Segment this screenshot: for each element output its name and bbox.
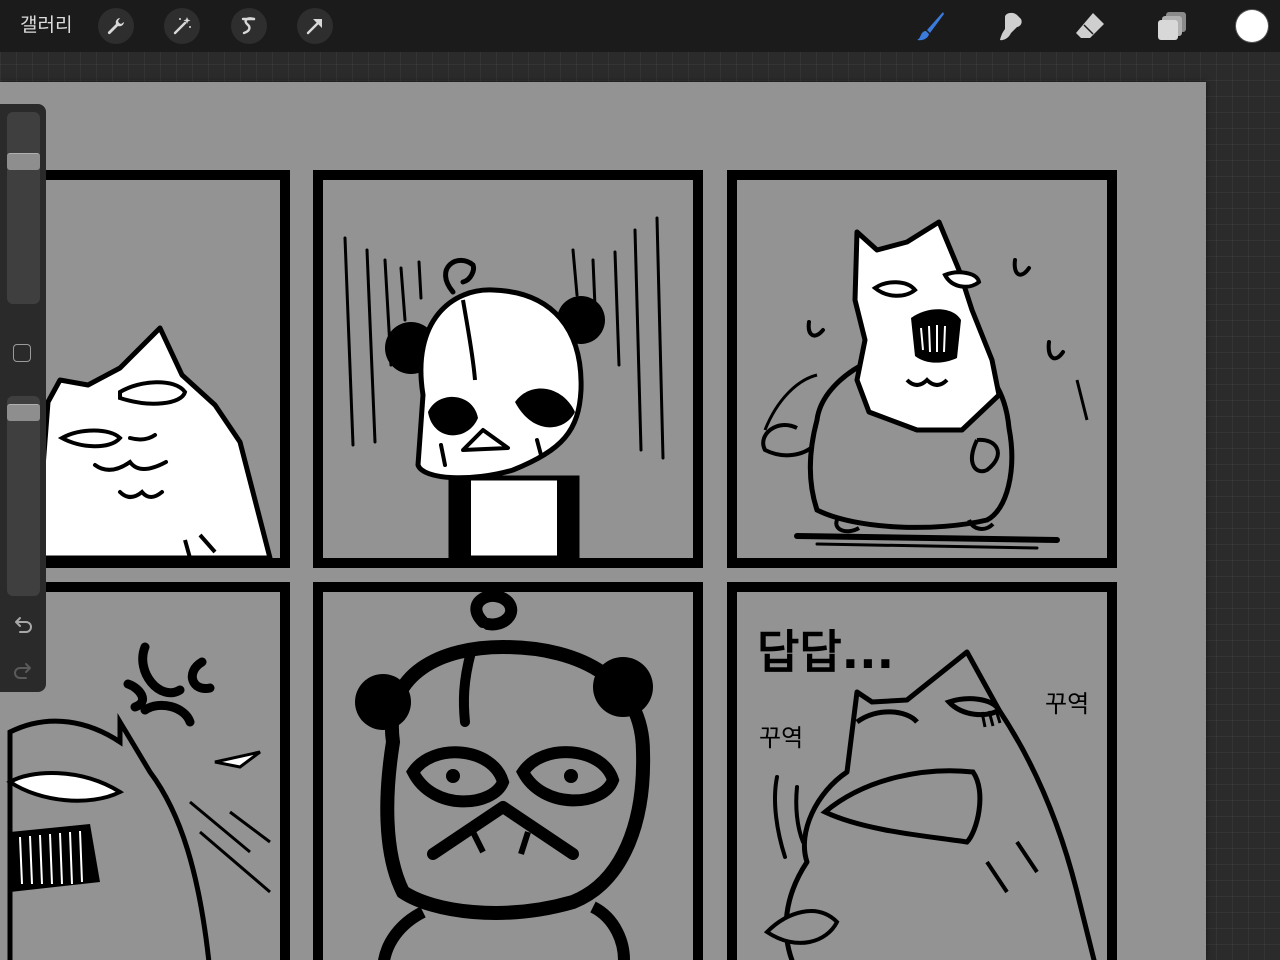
comic-panel-cat-shivering xyxy=(727,170,1117,568)
smudge-tool-button[interactable] xyxy=(990,6,1030,46)
transform-arrow-icon xyxy=(306,19,322,35)
adjustments-button[interactable] xyxy=(164,8,200,44)
gallery-button[interactable]: 갤러리 xyxy=(20,12,72,38)
brush-size-slider[interactable] xyxy=(7,112,40,304)
modify-square-icon[interactable] xyxy=(13,344,31,362)
selection-button[interactable] xyxy=(231,8,267,44)
undo-icon[interactable] xyxy=(11,614,35,638)
comic-panel-panda-scary xyxy=(313,582,703,960)
top-toolbar: 갤러리 xyxy=(0,0,1280,52)
brush-size-thumb[interactable] xyxy=(7,153,40,170)
eraser-icon xyxy=(1076,13,1104,38)
redo-icon[interactable] xyxy=(11,660,35,684)
dapdap-text: 답답... xyxy=(757,625,894,679)
brush-tool-button[interactable] xyxy=(910,6,950,46)
transform-button[interactable] xyxy=(297,8,333,44)
selection-icon xyxy=(241,17,256,35)
opacity-thumb[interactable] xyxy=(7,404,40,421)
brush-sidebar xyxy=(0,104,46,692)
layers-button[interactable] xyxy=(1152,6,1192,46)
comic-panel-frustrated-cat: 답답... 꾸역 꾸역 xyxy=(727,582,1117,960)
opacity-slider[interactable] xyxy=(7,396,40,596)
drawing-canvas[interactable]: 답답... 꾸역 꾸역 xyxy=(0,82,1206,960)
kkuyeok-left-text: 꾸역 xyxy=(759,724,803,752)
comic-panel-panda xyxy=(313,170,703,568)
kkuyeok-right-text: 꾸역 xyxy=(1045,690,1089,718)
layers-icon xyxy=(1158,12,1186,40)
magic-wand-icon xyxy=(173,17,191,35)
brush-icon xyxy=(917,12,944,41)
color-picker-button[interactable] xyxy=(1236,10,1268,42)
smudge-icon xyxy=(1000,12,1022,41)
wrench-icon xyxy=(107,18,124,35)
eraser-tool-button[interactable] xyxy=(1070,6,1110,46)
actions-button[interactable] xyxy=(98,8,134,44)
